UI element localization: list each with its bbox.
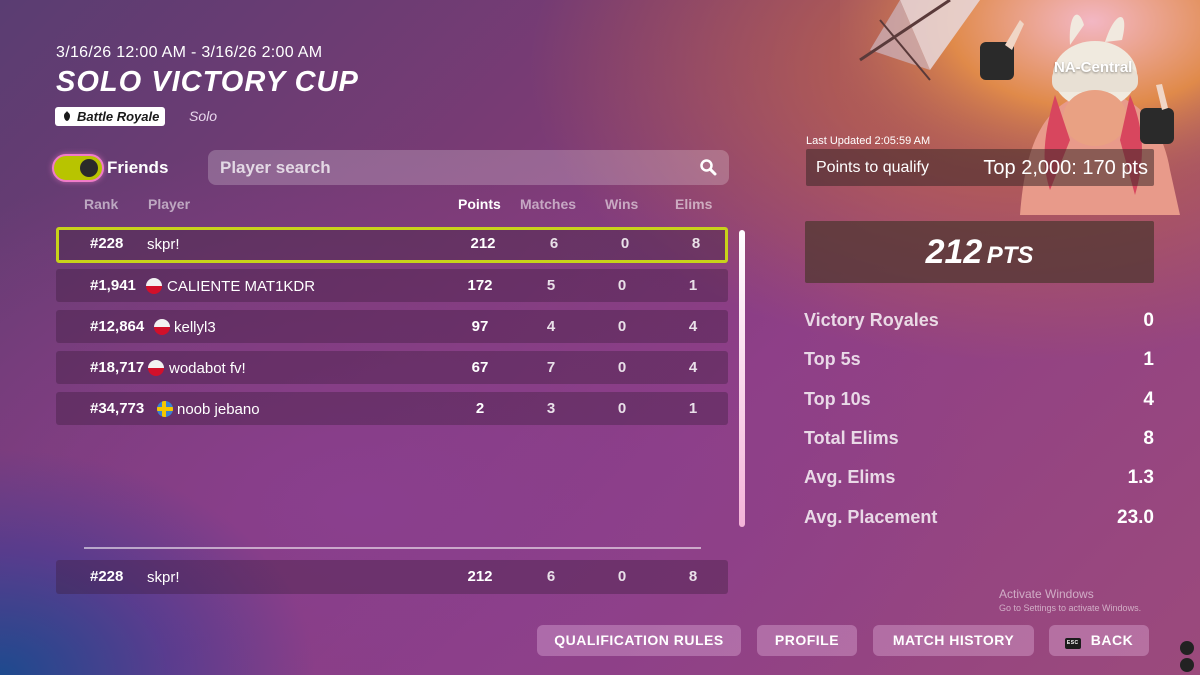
microphone-icon[interactable] xyxy=(1180,641,1194,655)
row-elims: 8 xyxy=(691,235,701,252)
stat-label: Victory Royales xyxy=(804,310,939,330)
battle-royale-icon xyxy=(64,111,70,121)
sweden-flag-icon xyxy=(157,401,173,417)
stat-value: 8 xyxy=(1143,428,1154,449)
row-rank: #34,773 xyxy=(90,400,145,417)
player-search-input[interactable] xyxy=(220,150,680,185)
column-header-wins[interactable]: Wins xyxy=(605,196,638,212)
self-row[interactable]: #228 skpr! 212 6 0 8 xyxy=(56,560,728,594)
page-title: SOLO VICTORY CUP xyxy=(56,66,359,98)
points-total-unit: PTS xyxy=(986,242,1034,269)
stat-label: Avg. Elims xyxy=(804,467,896,487)
row-player: kellyl3 xyxy=(174,319,216,336)
table-row[interactable]: #18,717 wodabot fv! 67 7 0 4 xyxy=(56,351,728,384)
stat-value: 4 xyxy=(1143,389,1154,410)
stat-label: Top 5s xyxy=(804,349,861,369)
column-header-matches[interactable]: Matches xyxy=(520,196,576,212)
leaderboard-scrollbar[interactable] xyxy=(739,230,745,527)
row-player: skpr! xyxy=(147,569,180,586)
region-label: NA-Central xyxy=(1054,59,1133,76)
table-row[interactable]: #12,864 kellyl3 97 4 0 4 xyxy=(56,310,728,343)
back-button-label: BACK xyxy=(1090,632,1134,648)
row-rank: #228 xyxy=(90,235,124,252)
stat-label: Top 10s xyxy=(804,389,871,409)
points-total-box: 212 PTS xyxy=(805,221,1154,283)
divider xyxy=(84,547,701,549)
row-wins: 0 xyxy=(620,235,630,252)
stat-value: 23.0 xyxy=(1117,507,1154,528)
activate-windows-watermark: Activate Windows Go to Settings to activ… xyxy=(999,587,1141,613)
row-points: 67 xyxy=(471,359,489,376)
row-player: CALIENTE MAT1KDR xyxy=(167,278,316,295)
row-wins: 0 xyxy=(617,277,627,294)
table-row[interactable]: #34,773 noob jebano 2 3 0 1 xyxy=(56,392,728,425)
row-elims: 4 xyxy=(688,318,698,335)
points-total-value: 212 xyxy=(925,233,983,271)
event-date-range: 3/16/26 12:00 AM - 3/16/26 2:00 AM xyxy=(56,44,323,61)
column-header-elims[interactable]: Elims xyxy=(675,196,712,212)
row-wins: 0 xyxy=(617,400,627,417)
row-points: 212 xyxy=(467,568,493,585)
profile-button[interactable]: PROFILE xyxy=(757,625,857,656)
table-row[interactable]: #1,941 CALIENTE MAT1KDR 172 5 0 1 xyxy=(56,269,728,302)
row-player: noob jebano xyxy=(177,401,260,418)
row-elims: 4 xyxy=(688,359,698,376)
stat-label: Total Elims xyxy=(804,428,899,448)
row-matches: 3 xyxy=(546,400,556,417)
toggle-knob xyxy=(80,159,98,177)
row-wins: 0 xyxy=(617,318,627,335)
row-player: skpr! xyxy=(147,236,180,253)
search-icon[interactable] xyxy=(699,158,717,176)
row-points: 172 xyxy=(467,277,493,294)
row-matches: 4 xyxy=(546,318,556,335)
poland-flag-icon xyxy=(146,278,162,294)
friends-toggle[interactable] xyxy=(52,154,104,182)
row-wins: 0 xyxy=(617,568,627,585)
row-elims: 8 xyxy=(688,568,698,585)
mode-label: Battle Royale xyxy=(77,109,160,124)
table-row[interactable]: #228 skpr! 212 6 0 8 xyxy=(56,227,728,263)
row-wins: 0 xyxy=(617,359,627,376)
mode-subtype: Solo xyxy=(189,108,218,124)
qualify-box: Points to qualify Top 2,000: 170 pts xyxy=(806,149,1154,186)
qualification-rules-button[interactable]: QUALIFICATION RULES xyxy=(537,625,741,656)
stat-value: 0 xyxy=(1143,310,1154,331)
row-player: wodabot fv! xyxy=(169,360,246,377)
last-updated: Last Updated 2:05:59 AM xyxy=(806,135,931,147)
stat-label: Avg. Placement xyxy=(804,507,938,527)
match-history-button[interactable]: MATCH HISTORY xyxy=(873,625,1034,656)
stat-value: 1 xyxy=(1143,349,1154,370)
poland-flag-icon xyxy=(154,319,170,335)
watermark-title: Activate Windows xyxy=(999,587,1094,601)
watermark-subtitle: Go to Settings to activate Windows. xyxy=(999,603,1142,613)
player-search-box[interactable] xyxy=(208,150,729,185)
row-matches: 6 xyxy=(549,235,559,252)
poland-flag-icon xyxy=(148,360,164,376)
row-matches: 6 xyxy=(546,568,556,585)
settings-icon[interactable] xyxy=(1180,658,1194,672)
esc-key-icon: ESC xyxy=(1064,638,1081,649)
row-rank: #18,717 xyxy=(90,359,145,376)
row-matches: 7 xyxy=(546,359,556,376)
row-rank: #12,864 xyxy=(90,318,145,335)
friends-toggle-label: Friends xyxy=(107,158,169,177)
row-elims: 1 xyxy=(688,400,698,417)
stat-value: 1.3 xyxy=(1127,467,1154,488)
back-button[interactable]: ESC BACK xyxy=(1049,625,1149,656)
mode-badge: Battle Royale xyxy=(55,107,166,126)
qualify-value: Top 2,000: 170 pts xyxy=(983,157,1148,179)
row-rank: #1,941 xyxy=(90,277,136,294)
row-rank: #228 xyxy=(90,568,124,585)
row-matches: 5 xyxy=(546,277,556,294)
column-header-rank: Rank xyxy=(84,196,119,212)
column-header-player: Player xyxy=(148,196,191,212)
row-points: 212 xyxy=(470,235,496,252)
row-elims: 1 xyxy=(688,277,698,294)
row-points: 97 xyxy=(471,318,489,335)
row-points: 2 xyxy=(475,400,485,417)
qualify-label: Points to qualify xyxy=(816,159,929,176)
column-header-points[interactable]: Points xyxy=(458,196,501,212)
